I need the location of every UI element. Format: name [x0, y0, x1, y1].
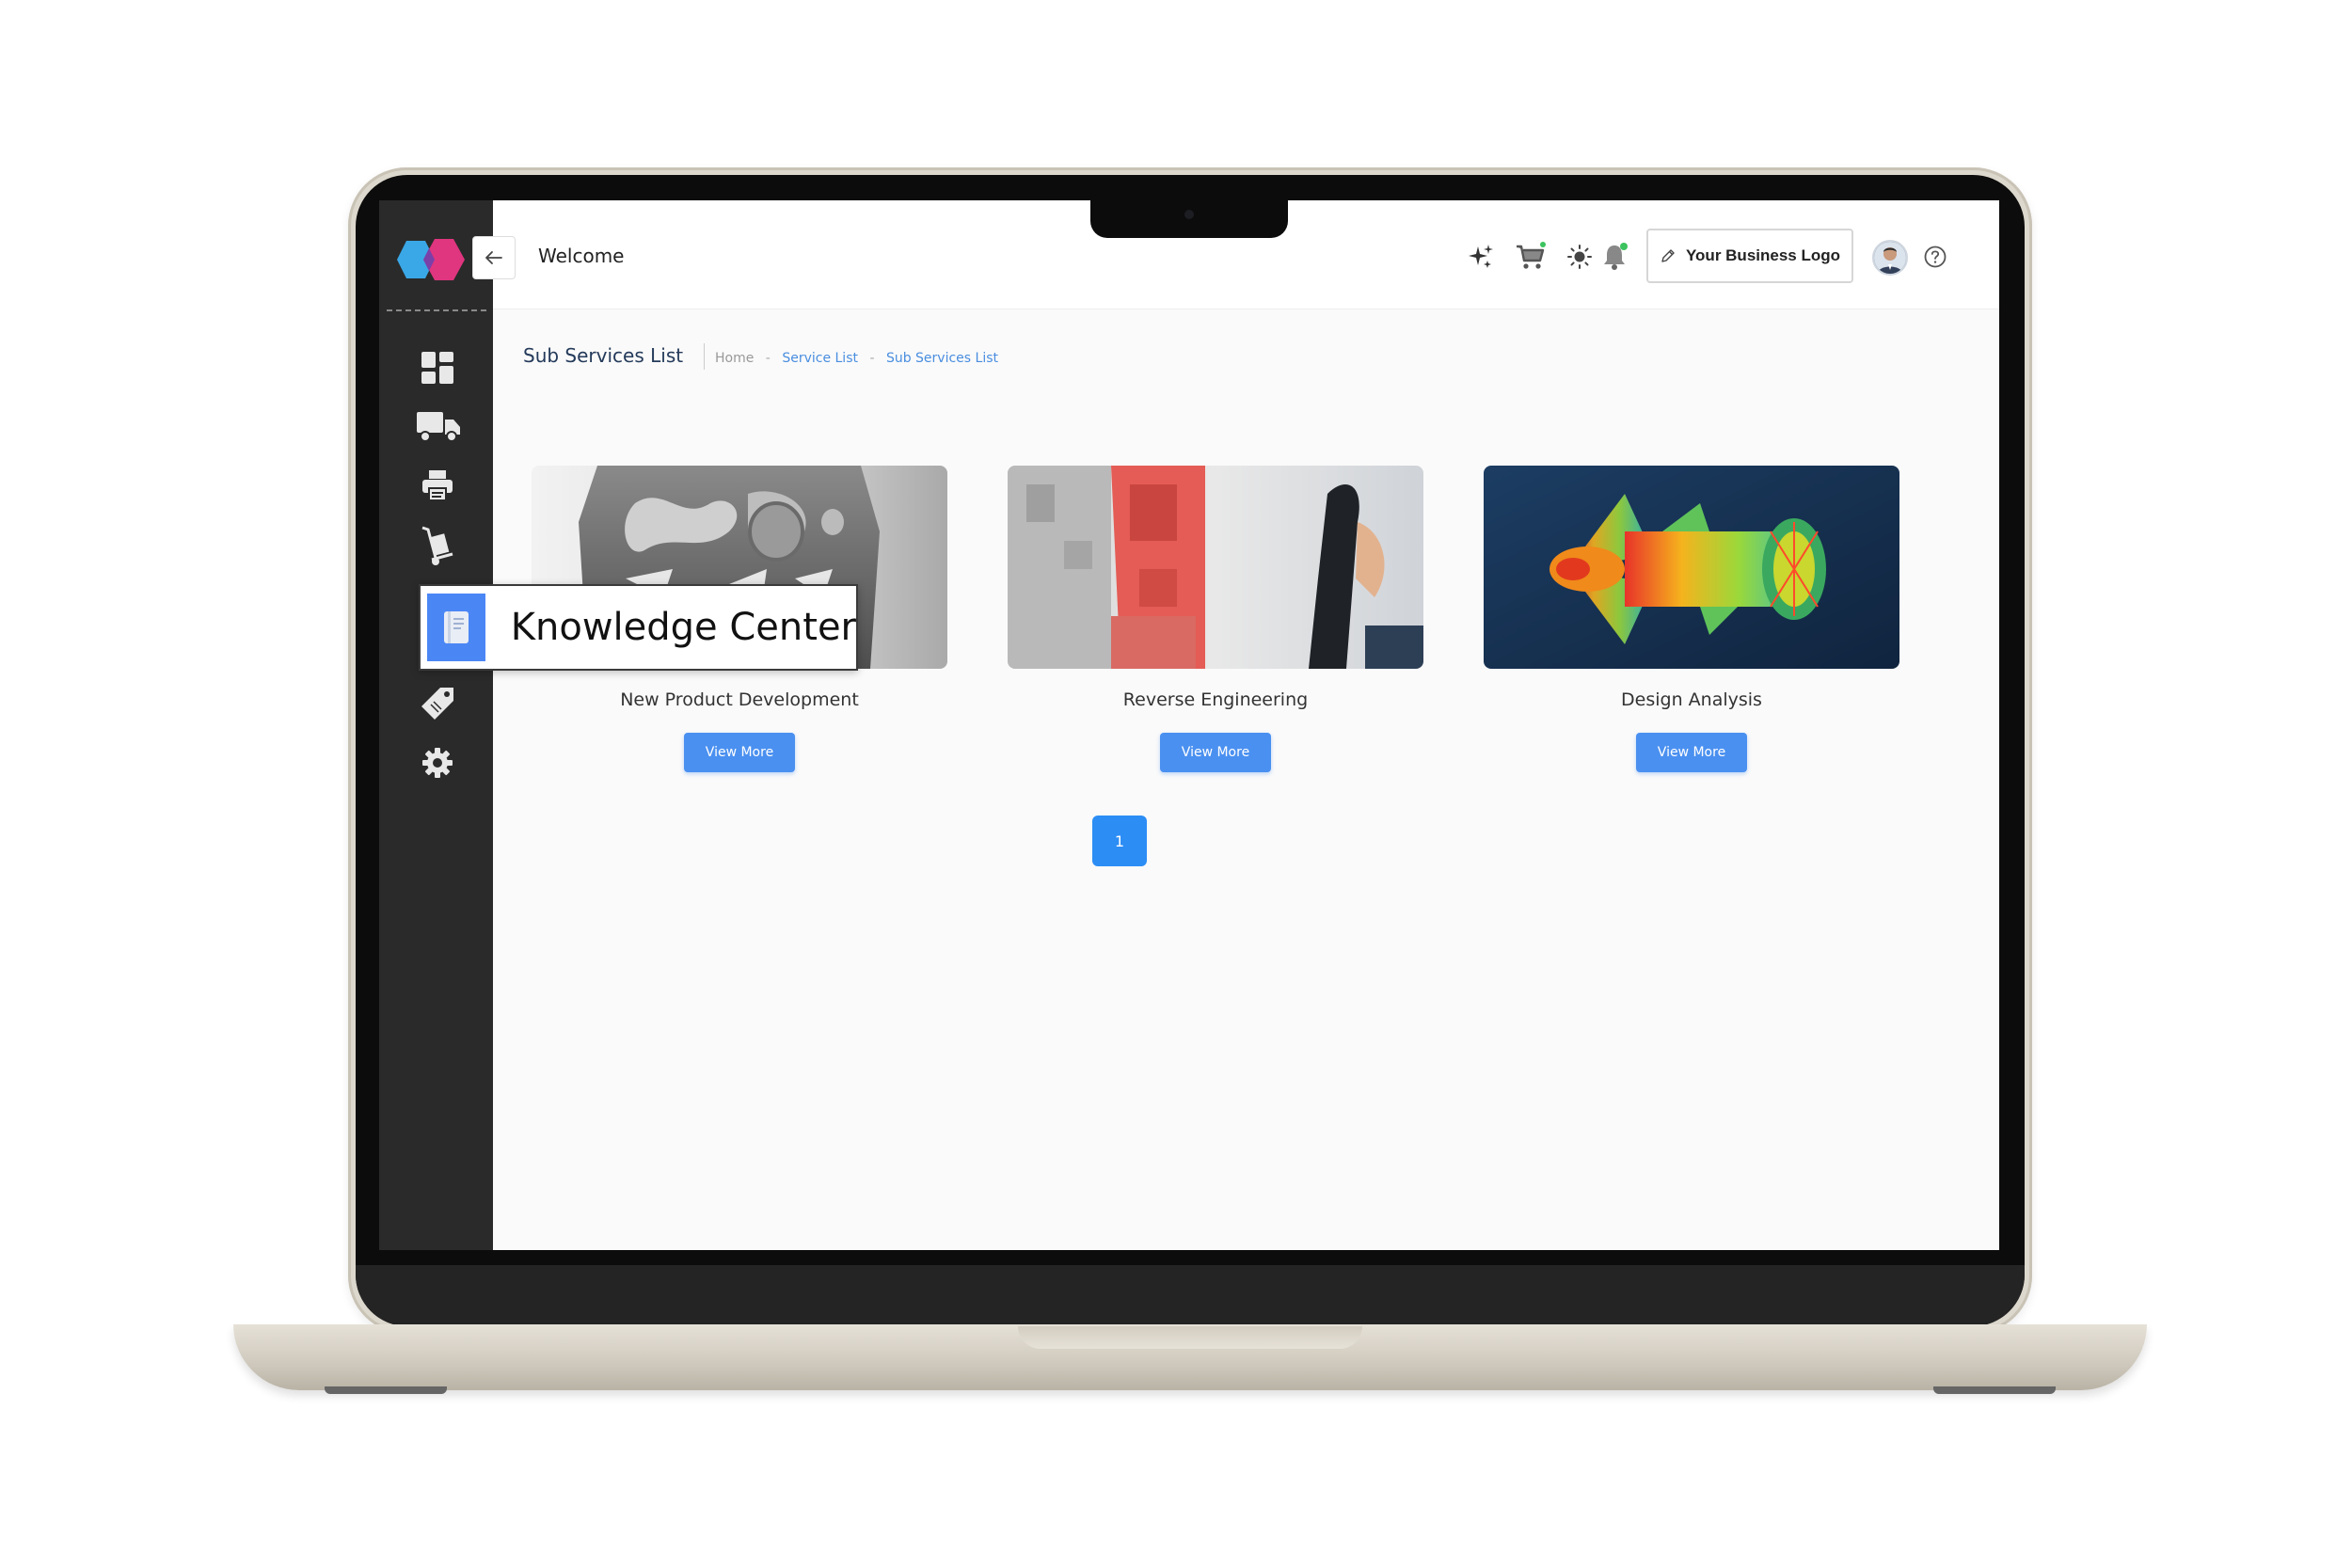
- sidebar-divider: [387, 309, 486, 311]
- cart-icon: [1517, 242, 1546, 269]
- gear-icon: [422, 748, 453, 778]
- sidebar-item-settings[interactable]: [419, 744, 456, 782]
- service-card-reverse-engineering: Reverse Engineering View More: [1008, 466, 1423, 772]
- book-icon: [443, 611, 469, 643]
- bell-icon: [1604, 243, 1628, 270]
- sidebar-item-printing[interactable]: [419, 467, 456, 504]
- card-title: Reverse Engineering: [1122, 689, 1309, 710]
- camera-notch: [1090, 200, 1288, 238]
- pagination-page-1[interactable]: 1: [1092, 816, 1147, 866]
- screen-chin: [356, 1265, 2025, 1326]
- hand-truck-icon: [421, 526, 453, 565]
- turbine-analysis-image[interactable]: [1484, 466, 1899, 669]
- 3d-scanner-illustration: [1008, 466, 1423, 669]
- printer-icon: [422, 470, 453, 501]
- help-button[interactable]: [1921, 240, 1949, 274]
- business-logo-label: Your Business Logo: [1685, 246, 1841, 264]
- sidebar-item-label: Knowledge Center: [510, 606, 856, 649]
- camera-icon: [1184, 210, 1194, 219]
- sidebar-item-pricing[interactable]: [419, 685, 456, 722]
- ai-assistant-button[interactable]: [1464, 240, 1498, 274]
- dashboard-icon: [421, 352, 453, 384]
- sparkle-icon: [1469, 245, 1493, 268]
- tag-icon: [421, 688, 453, 720]
- sidebar-item-shipping[interactable]: [414, 407, 463, 445]
- 3d-scanning-image[interactable]: [1008, 466, 1423, 669]
- logo-hexagons-icon: [397, 239, 465, 280]
- notifications-button[interactable]: [1599, 240, 1633, 274]
- breadcrumb: Home - Service List - Sub Services List: [715, 351, 998, 366]
- theme-toggle-button[interactable]: [1563, 240, 1597, 274]
- turbine-simulation-illustration: [1484, 466, 1899, 669]
- breadcrumb-home[interactable]: Home: [715, 351, 754, 366]
- app-logo[interactable]: [393, 236, 472, 283]
- service-card-design-analysis: Design Analysis View More: [1484, 466, 1899, 772]
- trackpad-notch: [1018, 1326, 1362, 1349]
- sun-icon: [1567, 245, 1592, 269]
- sidebar-item-knowledge-center[interactable]: Knowledge Center: [419, 584, 858, 671]
- page-title: Sub Services List: [523, 344, 684, 367]
- breadcrumb-service-list[interactable]: Service List: [782, 351, 858, 366]
- app-screen: Knowledge Center Welcome Your Business L…: [379, 200, 1999, 1250]
- avatar[interactable]: [1872, 240, 1908, 276]
- welcome-text: Welcome: [538, 245, 625, 267]
- laptop-foot: [325, 1386, 447, 1394]
- arrow-left-icon: [485, 251, 502, 264]
- breadcrumb-sub-services-list: Sub Services List: [885, 351, 999, 366]
- sidebar-item-dashboard[interactable]: [419, 349, 456, 387]
- business-logo-button[interactable]: Your Business Logo: [1646, 229, 1853, 283]
- sidebar: Knowledge Center: [379, 200, 858, 1250]
- knowledge-center-badge: [427, 594, 485, 661]
- laptop-foot: [1933, 1386, 2056, 1394]
- view-more-button[interactable]: View More: [1636, 733, 1747, 772]
- breadcrumb-separator: -: [765, 351, 771, 366]
- truck-icon: [417, 412, 460, 442]
- sidebar-item-logistics[interactable]: [419, 526, 456, 565]
- title-divider: [704, 343, 705, 370]
- collapse-sidebar-button[interactable]: [472, 236, 516, 279]
- card-title: New Product Development: [620, 689, 859, 710]
- view-more-button[interactable]: View More: [1160, 733, 1271, 772]
- help-icon: [1924, 245, 1947, 268]
- breadcrumb-separator: -: [869, 351, 875, 366]
- user-photo-icon: [1874, 242, 1906, 274]
- view-more-button[interactable]: View More: [684, 733, 795, 772]
- cart-button[interactable]: [1514, 240, 1548, 274]
- pencil-icon: [1661, 249, 1675, 262]
- card-title: Design Analysis: [1621, 689, 1762, 710]
